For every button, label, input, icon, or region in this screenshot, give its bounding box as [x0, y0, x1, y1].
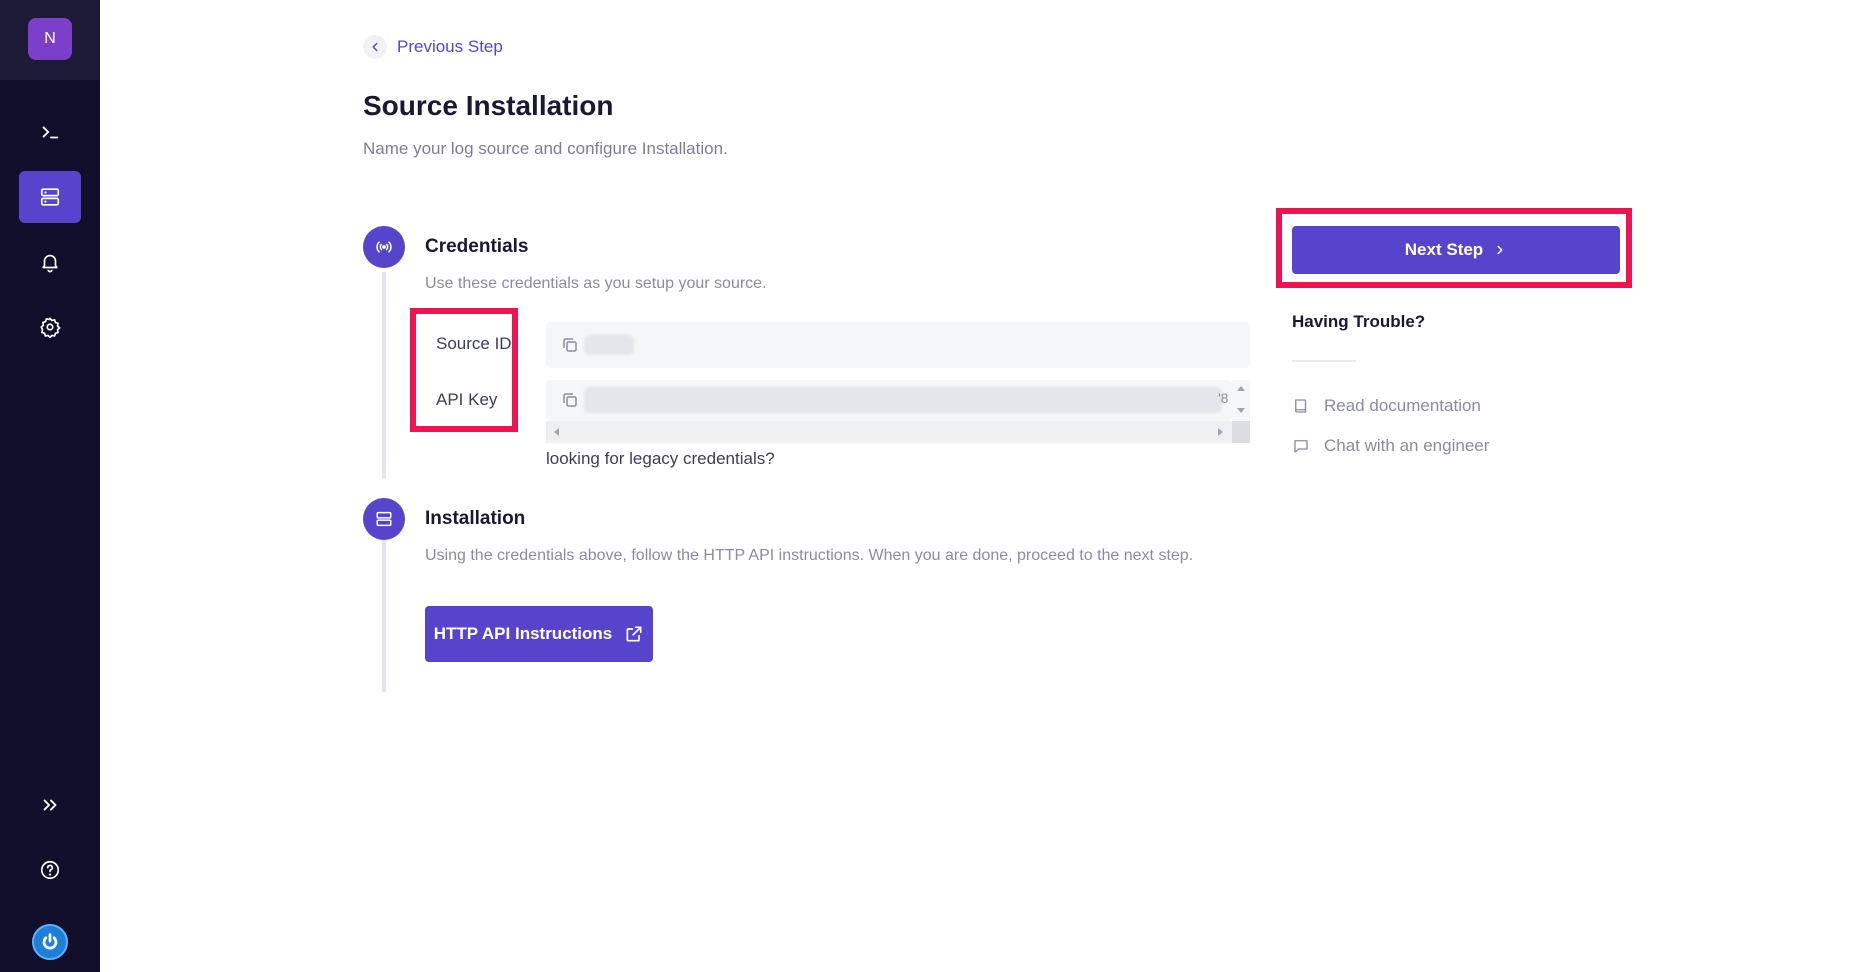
- step-credentials-badge: [363, 226, 405, 268]
- source-id-label: Source ID: [436, 334, 512, 353]
- chevron-right-icon: [1497, 245, 1503, 255]
- bell-icon: [42, 254, 58, 273]
- legacy-credentials-link[interactable]: looking for legacy credentials?: [546, 449, 775, 469]
- page-subtitle: Name your log source and configure Insta…: [363, 139, 728, 158]
- sidebar-item-alerts[interactable]: [19, 236, 81, 288]
- divider: [1292, 360, 1356, 362]
- server-icon: [40, 188, 60, 206]
- chat-with-engineer-label: Chat with an engineer: [1324, 436, 1490, 455]
- api-key-horizontal-scrollbar[interactable]: [546, 421, 1250, 443]
- http-api-instructions-label: HTTP API Instructions: [433, 624, 613, 643]
- scroll-left-arrow-icon[interactable]: [554, 428, 559, 436]
- sidebar-item-settings[interactable]: [19, 301, 81, 353]
- power-logo-icon[interactable]: [32, 924, 68, 960]
- source-id-value-redacted: [584, 335, 634, 355]
- gear-icon: [40, 317, 61, 338]
- copy-icon[interactable]: [561, 336, 579, 354]
- book-icon: [1295, 399, 1307, 413]
- scroll-down-arrow-icon[interactable]: [1237, 408, 1245, 413]
- scrollbar-corner: [1232, 421, 1250, 443]
- server-icon: [376, 511, 392, 527]
- chevron-left-icon: [363, 35, 387, 59]
- step-credentials-description: Use these credentials as you setup your …: [425, 275, 767, 292]
- chevrons-right-icon: [43, 799, 57, 811]
- source-id-field[interactable]: [546, 322, 1250, 368]
- http-api-instructions-button[interactable]: HTTP API Instructions: [425, 606, 653, 662]
- sidebar-header: N: [0, 0, 100, 80]
- external-link-icon: [626, 626, 642, 642]
- avatar[interactable]: N: [28, 18, 72, 60]
- api-key-label: API Key: [436, 390, 498, 409]
- read-documentation-label: Read documentation: [1324, 396, 1481, 415]
- next-step-label: Next Step: [1404, 240, 1484, 259]
- step-credentials-title: Credentials: [425, 236, 529, 257]
- previous-step-label: Previous Step: [397, 37, 503, 56]
- having-trouble-heading: Having Trouble?: [1292, 312, 1426, 331]
- sidebar-item-terminal[interactable]: [19, 106, 81, 158]
- highlight-credential-labels: [410, 308, 518, 432]
- sidebar-help-button[interactable]: [19, 844, 81, 896]
- chat-with-engineer-link[interactable]: Chat with an engineer: [1292, 436, 1489, 456]
- sidebar-expand-button[interactable]: [19, 779, 81, 831]
- help-circle-icon: [40, 860, 60, 880]
- api-key-value-redacted: [584, 387, 1222, 413]
- step-installation-description: Using the credentials above, follow the …: [425, 547, 1194, 564]
- step-installation-badge: [363, 498, 405, 540]
- sidebar: N: [0, 0, 100, 972]
- api-key-field[interactable]: '8: [546, 380, 1232, 421]
- chat-bubble-icon: [1294, 440, 1308, 453]
- scroll-up-arrow-icon[interactable]: [1237, 386, 1245, 391]
- page-title: Source Installation: [363, 90, 614, 121]
- terminal-icon: [42, 126, 59, 139]
- step-connector: [382, 272, 386, 478]
- next-step-button[interactable]: Next Step: [1292, 226, 1620, 274]
- step-installation-title: Installation: [425, 508, 526, 529]
- broadcast-icon: [376, 241, 392, 253]
- api-key-visible-fragment: '8: [1218, 390, 1229, 406]
- sidebar-item-sources[interactable]: [19, 171, 81, 223]
- copy-icon[interactable]: [561, 391, 579, 409]
- step-connector: [382, 540, 386, 692]
- read-documentation-link[interactable]: Read documentation: [1292, 396, 1481, 416]
- api-key-vertical-scrollbar[interactable]: [1232, 380, 1250, 421]
- scroll-right-arrow-icon[interactable]: [1218, 428, 1223, 436]
- previous-step-link[interactable]: Previous Step: [363, 35, 503, 59]
